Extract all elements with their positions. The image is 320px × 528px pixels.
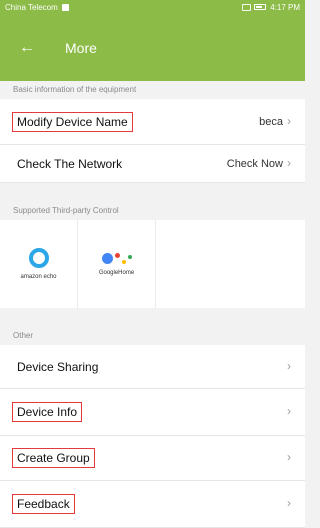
create-group-row[interactable]: Create Group › [0, 436, 305, 481]
chevron-right-icon: › [287, 404, 291, 418]
section-header-basic: Basic information of the equipment [0, 81, 305, 99]
chevron-right-icon: › [287, 496, 291, 510]
google-assistant-icon [101, 252, 132, 264]
amazon-echo-card[interactable]: amazon echo [0, 220, 78, 308]
chevron-right-icon: › [287, 155, 291, 170]
status-bar: China Telecom 4:17 PM [0, 0, 305, 14]
amazon-echo-caption: amazon echo [20, 274, 57, 280]
section-header-third-party: Supported Third-party Control [0, 202, 305, 220]
device-sharing-label: Device Sharing [17, 359, 99, 374]
section-header-other: Other [0, 327, 305, 345]
google-home-card[interactable]: GoogleHome [78, 220, 156, 308]
page-title: More [65, 39, 97, 56]
alexa-icon [28, 248, 49, 268]
third-party-cards: amazon echo GoogleHome [0, 220, 305, 308]
modify-device-name-label: Modify Device Name [12, 111, 133, 132]
chevron-right-icon: › [287, 113, 291, 128]
device-sharing-row[interactable]: Device Sharing › [0, 345, 305, 389]
device-info-label: Device Info [11, 402, 83, 422]
battery-icon [254, 4, 267, 10]
create-group-label: Create Group [12, 448, 95, 468]
section-gap [0, 308, 305, 327]
carrier-name: China Telecom [5, 2, 58, 12]
chevron-right-icon: › [287, 358, 291, 373]
signal-icon [242, 3, 252, 11]
back-arrow-icon[interactable]: ← [19, 39, 49, 56]
feedback-row[interactable]: Feedback › [0, 481, 305, 528]
feedback-label: Feedback [12, 494, 75, 514]
google-home-caption: GoogleHome [98, 269, 135, 276]
check-network-label: Check The Network [17, 156, 123, 171]
clock: 4:17 PM [270, 2, 300, 12]
check-network-row[interactable]: Check The Network Check Now › [0, 145, 305, 183]
chevron-right-icon: › [287, 450, 291, 464]
sim-icon [61, 3, 69, 11]
modify-device-name-row[interactable]: Modify Device Name beca › [0, 99, 305, 145]
app-bar: ← More [0, 14, 305, 81]
device-info-row[interactable]: Device Info › [0, 389, 305, 436]
device-name-value: beca [259, 115, 283, 128]
check-now-value: Check Now [226, 157, 283, 170]
section-gap [0, 183, 305, 202]
